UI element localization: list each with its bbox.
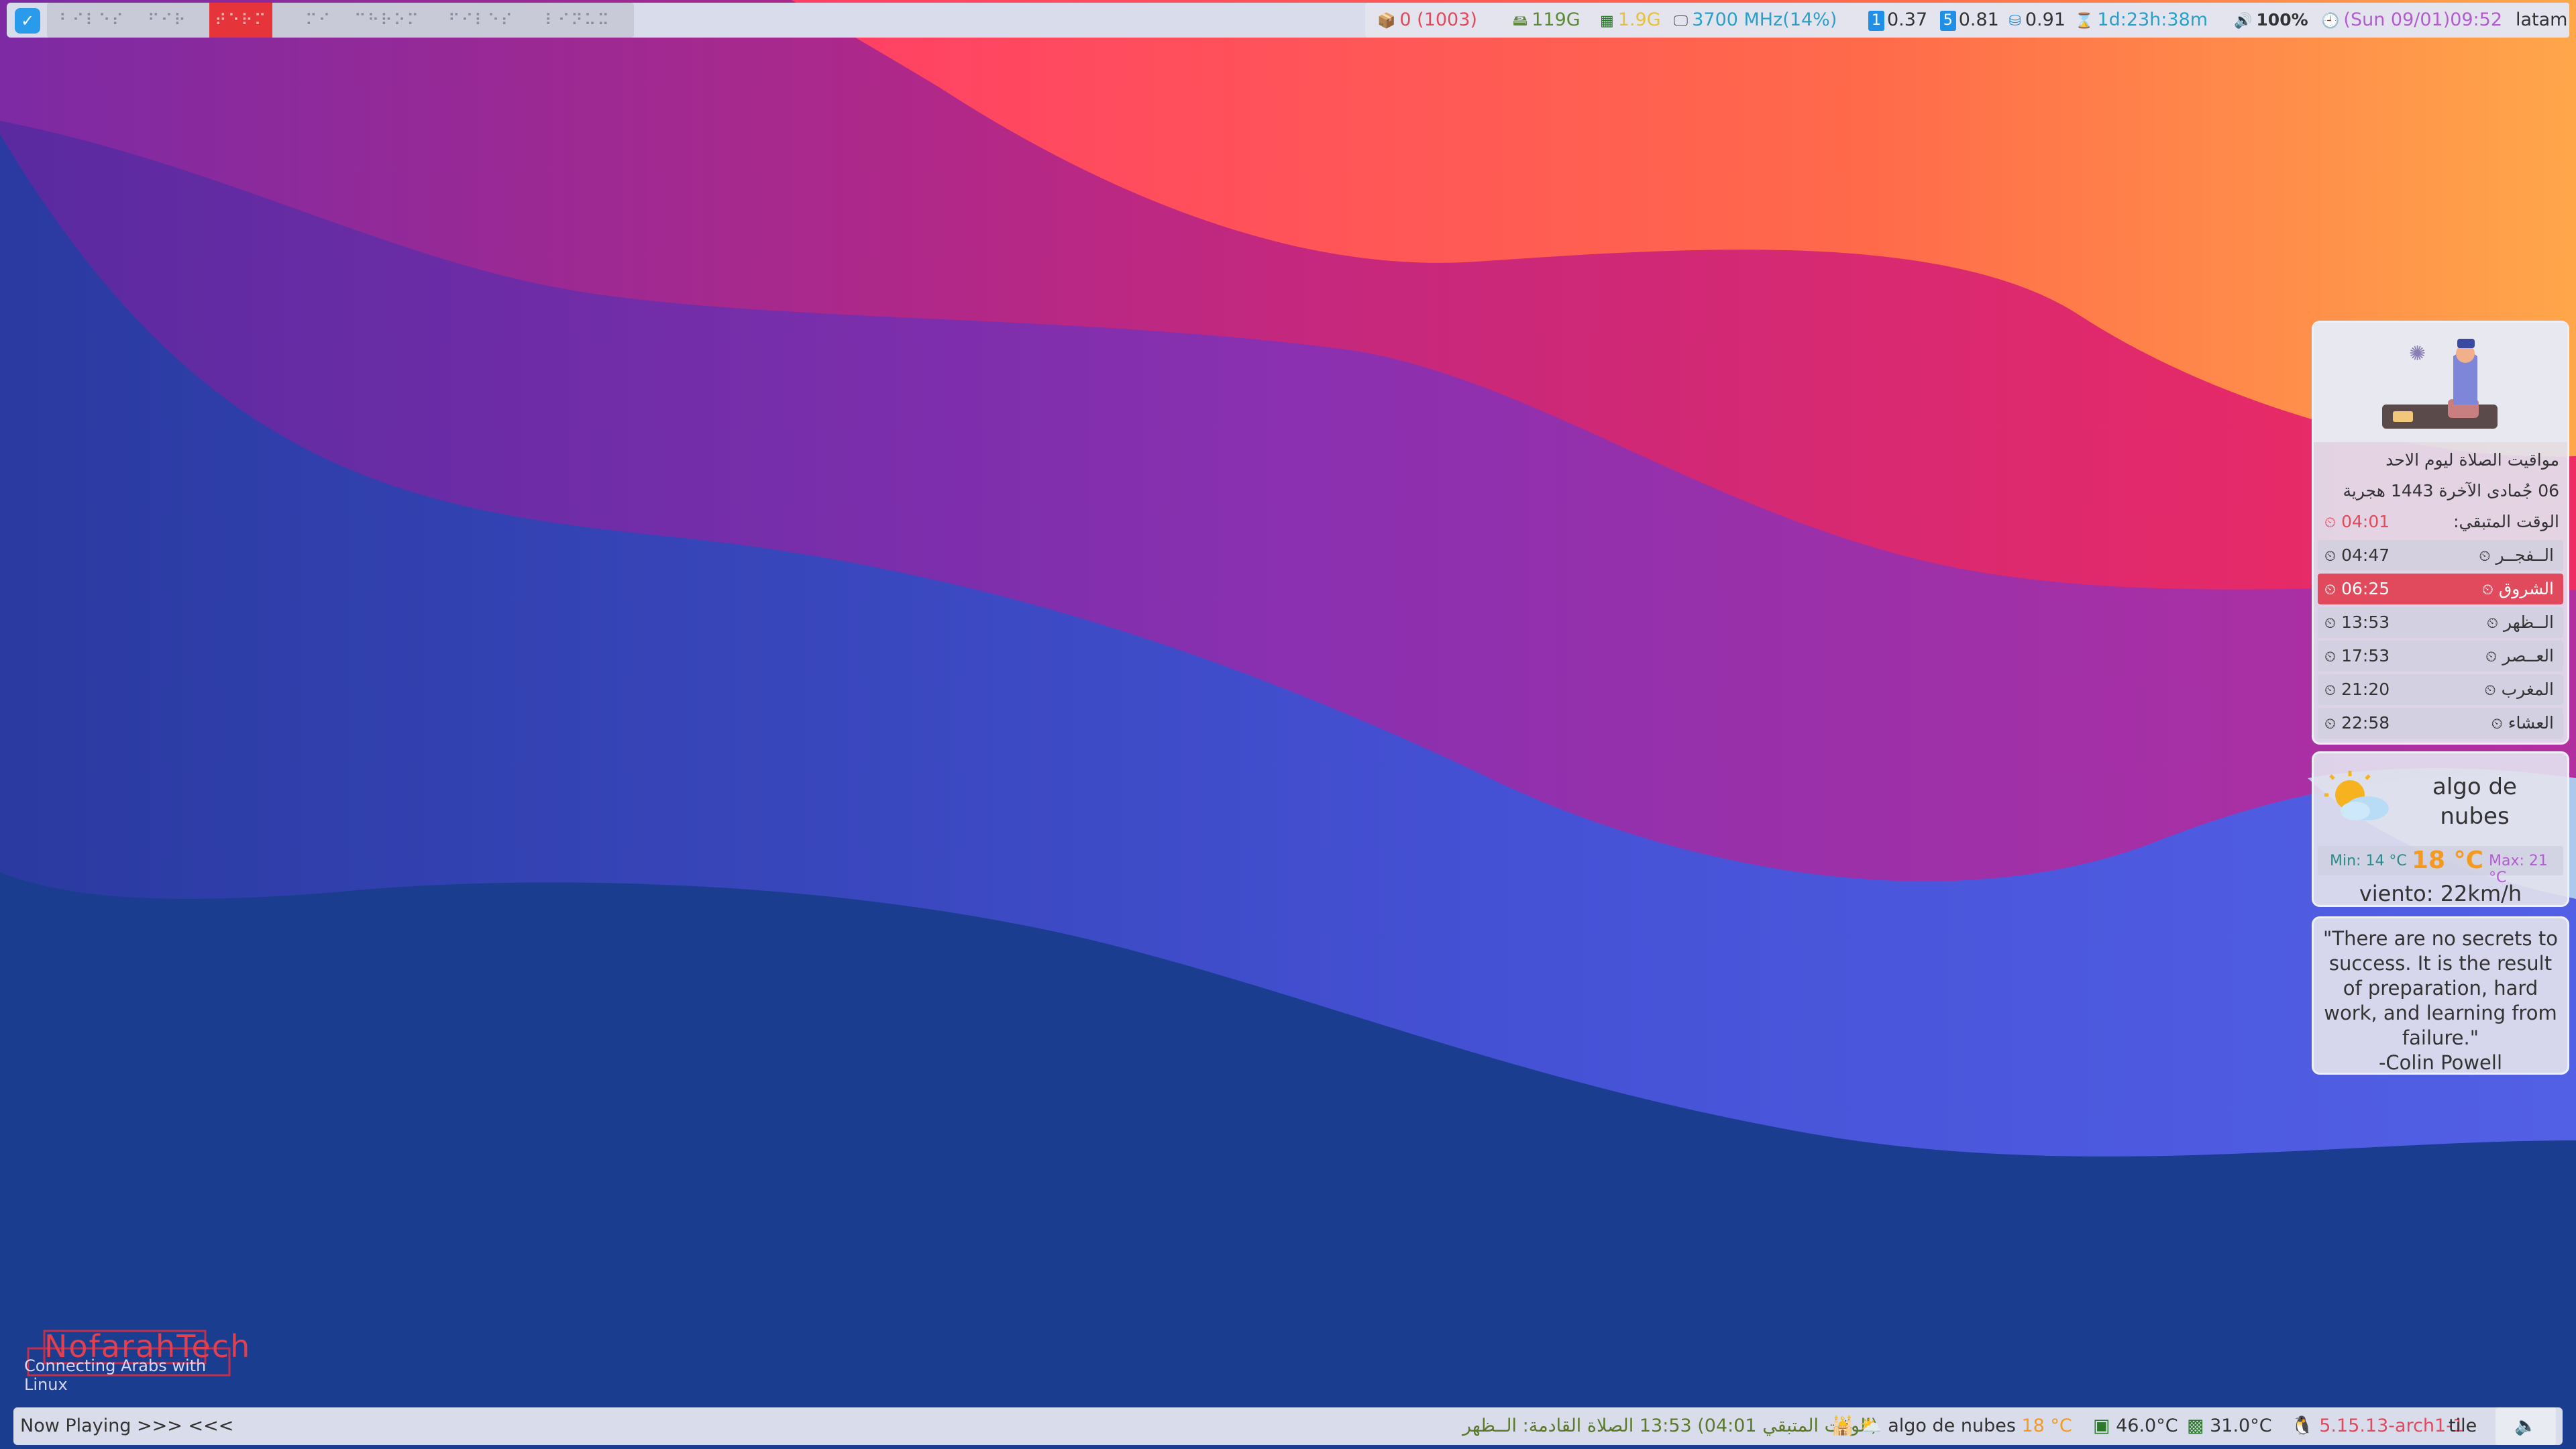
cpu-widget: 🖵 3700 MHz(14%) (1674, 3, 1837, 38)
prayer-title: مواقيت الصلاة ليوم الاحد (2385, 450, 2559, 470)
kernel-version: 🐧 5.15.13-arch1-1 (2291, 1415, 2465, 1436)
prayer-row-isha: العشاء ⏲ ⏲ 22:58 (2318, 708, 2563, 739)
workspace-6[interactable]: ⠋⠊⠇⠑⠎ (448, 3, 514, 38)
prayer-title-row: مواقيت الصلاة ليوم الاحد (2318, 445, 2563, 476)
keyboard-layout[interactable]: latam (2516, 3, 2567, 38)
prayer-times-widget: ✺ مواقيت الصلاة ليوم الاحد 06 جُمادى الآ… (2312, 321, 2569, 745)
status-widgets: 📦 0 (1003) 🖴 119G ▦ 1.9G 🖵 3700 MHz(14%) 1 0.… (1365, 3, 2569, 38)
chip-icon: ▩ (2187, 1415, 2204, 1436)
quote-widget: "There are no secrets to success. It is … (2312, 916, 2569, 1075)
prayer-time: ⏲ 04:47 (2324, 545, 2390, 565)
updates-count: 0 (1003) (1399, 9, 1477, 30)
bottom-weather: ⛅ algo de nubes 18 °C (1860, 1415, 2072, 1436)
cpu-freq: 3700 MHz(14%) (1692, 9, 1837, 30)
prayer-time: ⏲ 17:53 (2324, 646, 2390, 665)
remaining-label: الوقت المتبقي: (2453, 512, 2559, 531)
prayer-time: ⏲ 21:20 (2324, 680, 2390, 699)
temperature-bar: Min: 14 °C 18 °C Max: 21 °C (2318, 846, 2563, 886)
workspace-5[interactable]: ⠉⠓⠗⠕⠍ (354, 3, 420, 38)
datetime: (Sun 09/01)09:52 (2343, 9, 2503, 30)
prayer-name: الــظهر ⏲ (2486, 612, 2554, 632)
weather-widget: algo de nubes Min: 14 °C 18 °C Max: 21 °… (2312, 751, 2569, 907)
remaining-time: ⏲ 04:01 (2324, 512, 2390, 531)
prayer-row-dhuhr: الــظهر ⏲ ⏲ 13:53 (2318, 607, 2563, 638)
svg-text:✺: ✺ (2409, 342, 2426, 366)
memory-icon: ▦ (1600, 13, 1614, 30)
wind-speed: viento: 22km/h (2359, 881, 2522, 906)
tray-speaker-icon[interactable]: 🔈 (2514, 1415, 2537, 1436)
workspace-7[interactable]: ⠇⠊⠝⠥⠭ (545, 3, 610, 38)
cpu-temp: ▩ 31.0°C (2187, 1415, 2272, 1436)
workspace-2[interactable]: ⠋⠊⠗ (148, 3, 187, 38)
nofarahtech-logo: NofarahTech Connecting Arabs with Linux (24, 1328, 250, 1394)
cpu-icon: 🖵 (1674, 13, 1688, 30)
updates-widget[interactable]: 📦 0 (1003) (1377, 3, 1477, 38)
load5-badge: 5 (1939, 10, 1956, 31)
hourglass-icon: ⌛ (2075, 13, 2094, 30)
disk-widget: 🖴 119G (1513, 3, 1580, 38)
hijri-date-row: 06 جُمادى الآخرة 1443 هجرية (2318, 476, 2563, 506)
mosque-icon: 🕌 (1831, 1415, 1854, 1436)
now-playing[interactable]: Now Playing >>> <<< (20, 1407, 233, 1445)
workspace-3-active[interactable]: ⠞⠑⠗⠍ (209, 3, 273, 38)
gpu-temp: ▣ 46.0°C (2093, 1415, 2178, 1436)
layout-indicator[interactable]: tile (2449, 1407, 2477, 1445)
package-icon: 📦 (1377, 13, 1396, 30)
partly-cloudy-icon (2324, 771, 2389, 820)
temp-min: Min: 14 °C (2330, 853, 2407, 869)
prayer-row-sunrise: الشروق ⏲ ⏲ 06:25 (2318, 574, 2563, 604)
prayer-row-fajr: الــفجــر ⏲ ⏲ 04:47 (2318, 540, 2563, 571)
prayer-illustration: ✺ (2314, 323, 2567, 442)
uptime-widget: ⌛ 1d:23h:38m (2075, 3, 2208, 38)
prayer-name: العــصر ⏲ (2485, 646, 2554, 665)
quote-text: "There are no secrets to success. It is … (2323, 927, 2558, 1049)
workspace-4[interactable]: ⠍⠊ (305, 3, 331, 38)
prayer-row-maghrib: المغرب ⏲ ⏲ 21:20 (2318, 674, 2563, 705)
load15-icon: ⛁ (2008, 13, 2021, 30)
prayer-time: ⏲ 06:25 (2324, 579, 2390, 598)
memory-used: 1.9G (1617, 9, 1661, 30)
disk-free: 119G (1532, 9, 1580, 30)
desktop-wallpaper (0, 0, 2576, 1449)
prayer-name: الشروق ⏲ (2481, 579, 2554, 598)
volume-level: 100% (2256, 10, 2308, 30)
cloud-sun-icon: ⛅ (1860, 1415, 1882, 1436)
prayer-time: ⏲ 13:53 (2324, 612, 2390, 632)
load-widget: 1 0.37 5 0.81 ⛁ 0.91 (1868, 3, 2065, 38)
next-prayer: (الوقت المتبقي 04:01) 13:53 الصلاة القاد… (1462, 1415, 1878, 1436)
prayer-time: ⏲ 22:58 (2324, 713, 2390, 733)
workspace-switcher: ⠃⠊⠇⠑⠎ ⠋⠊⠗ ⠞⠑⠗⠍ ⠍⠊ ⠉⠓⠗⠕⠍ ⠋⠊⠇⠑⠎ ⠇⠊⠝⠥⠭ (47, 3, 634, 38)
remaining-row: الوقت المتبقي: ⏲ 04:01 (2318, 506, 2563, 537)
clock-icon: 🕘 (2321, 13, 2340, 30)
workspace-1[interactable]: ⠃⠊⠇⠑⠎ (59, 3, 125, 38)
prayer-name: الــفجــر ⏲ (2479, 545, 2554, 565)
load1-value: 0.37 (1887, 9, 1928, 30)
disk-icon: 🖴 (1513, 13, 1528, 30)
prayer-name: العشاء ⏲ (2491, 713, 2554, 733)
logo-tagline: Connecting Arabs with Linux (24, 1356, 207, 1394)
hijri-date: 06 جُمادى الآخرة 1443 هجرية (2343, 481, 2560, 500)
temp-current: 18 °C (2412, 847, 2484, 874)
load5-value: 0.81 (1958, 9, 1999, 30)
memory-widget: ▦ 1.9G (1600, 3, 1661, 38)
top-panel: ✓ ⠃⠊⠇⠑⠎ ⠋⠊⠗ ⠞⠑⠗⠍ ⠍⠊ ⠉⠓⠗⠕⠍ ⠋⠊⠇⠑⠎ ⠇⠊⠝⠥⠭ 📦 0… (7, 3, 2569, 38)
volume-widget[interactable]: 🔊 100% (2234, 3, 2308, 38)
prayer-row-asr: العــصر ⏲ ⏲ 17:53 (2318, 641, 2563, 672)
systray[interactable]: 🔈 (2496, 1407, 2556, 1445)
prayer-name: المغرب ⏲ (2484, 680, 2554, 699)
launcher-icon[interactable]: ✓ (15, 8, 40, 34)
quote-author: -Colin Powell (2378, 1051, 2503, 1074)
speaker-icon: 🔊 (2234, 13, 2253, 30)
clock-icon: ⏲ (2324, 515, 2337, 531)
weather-condition: algo de nubes (2432, 773, 2517, 830)
quote-box: "There are no secrets to success. It is … (2318, 926, 2563, 1075)
load15-value: 0.91 (2025, 9, 2065, 30)
tux-icon: 🐧 (2291, 1415, 2314, 1436)
uptime-value: 1d:23h:38m (2097, 9, 2208, 30)
bottom-panel: Now Playing >>> <<< (الوقت المتبقي 04:01… (13, 1407, 2563, 1445)
load1-badge: 1 (1868, 10, 1884, 31)
gpu-icon: ▣ (2093, 1415, 2110, 1436)
clock-widget[interactable]: 🕘 (Sun 09/01)09:52 (2321, 3, 2502, 38)
